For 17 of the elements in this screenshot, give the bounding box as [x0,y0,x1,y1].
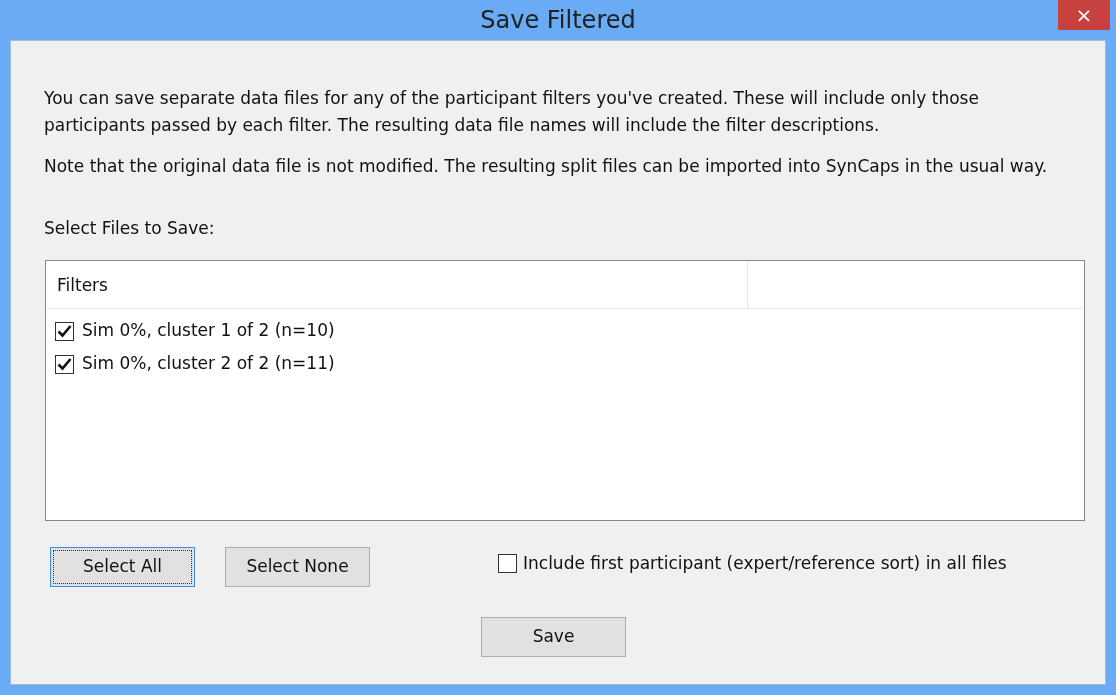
window-title: Save Filtered [480,5,636,36]
checkbox[interactable] [55,321,74,341]
note-text: Note that the original data file is not modified. The resulting split files can be imported into SynCaps in the usual way. [44,155,1049,178]
column-header[interactable]: Filters [46,260,748,308]
select-none-button[interactable]: Select None [225,546,370,587]
checkbox[interactable] [55,354,74,374]
checkbox-label[interactable]: Include first participant (expert/reference sort) in all files [523,550,1007,577]
select-all-button[interactable]: Select All [50,546,195,587]
filter-item[interactable]: Sim 0%, cluster 1 of 2 (n=10) [82,318,335,344]
close-button[interactable]: × [1058,0,1110,30]
list-label: Select Files to Save: [44,218,215,238]
check-icon [57,357,72,371]
filter-item[interactable]: Sim 0%, cluster 2 of 2 (n=11) [82,351,335,377]
save-button[interactable]: Save [481,616,626,657]
checkbox[interactable] [498,554,517,573]
check-icon [57,324,72,338]
intro-text: You can save separate data files for any of the participant filters you've created. These will include only those participants passed by each filter. The resulting data file names will include the filter descriptions. [44,87,980,137]
